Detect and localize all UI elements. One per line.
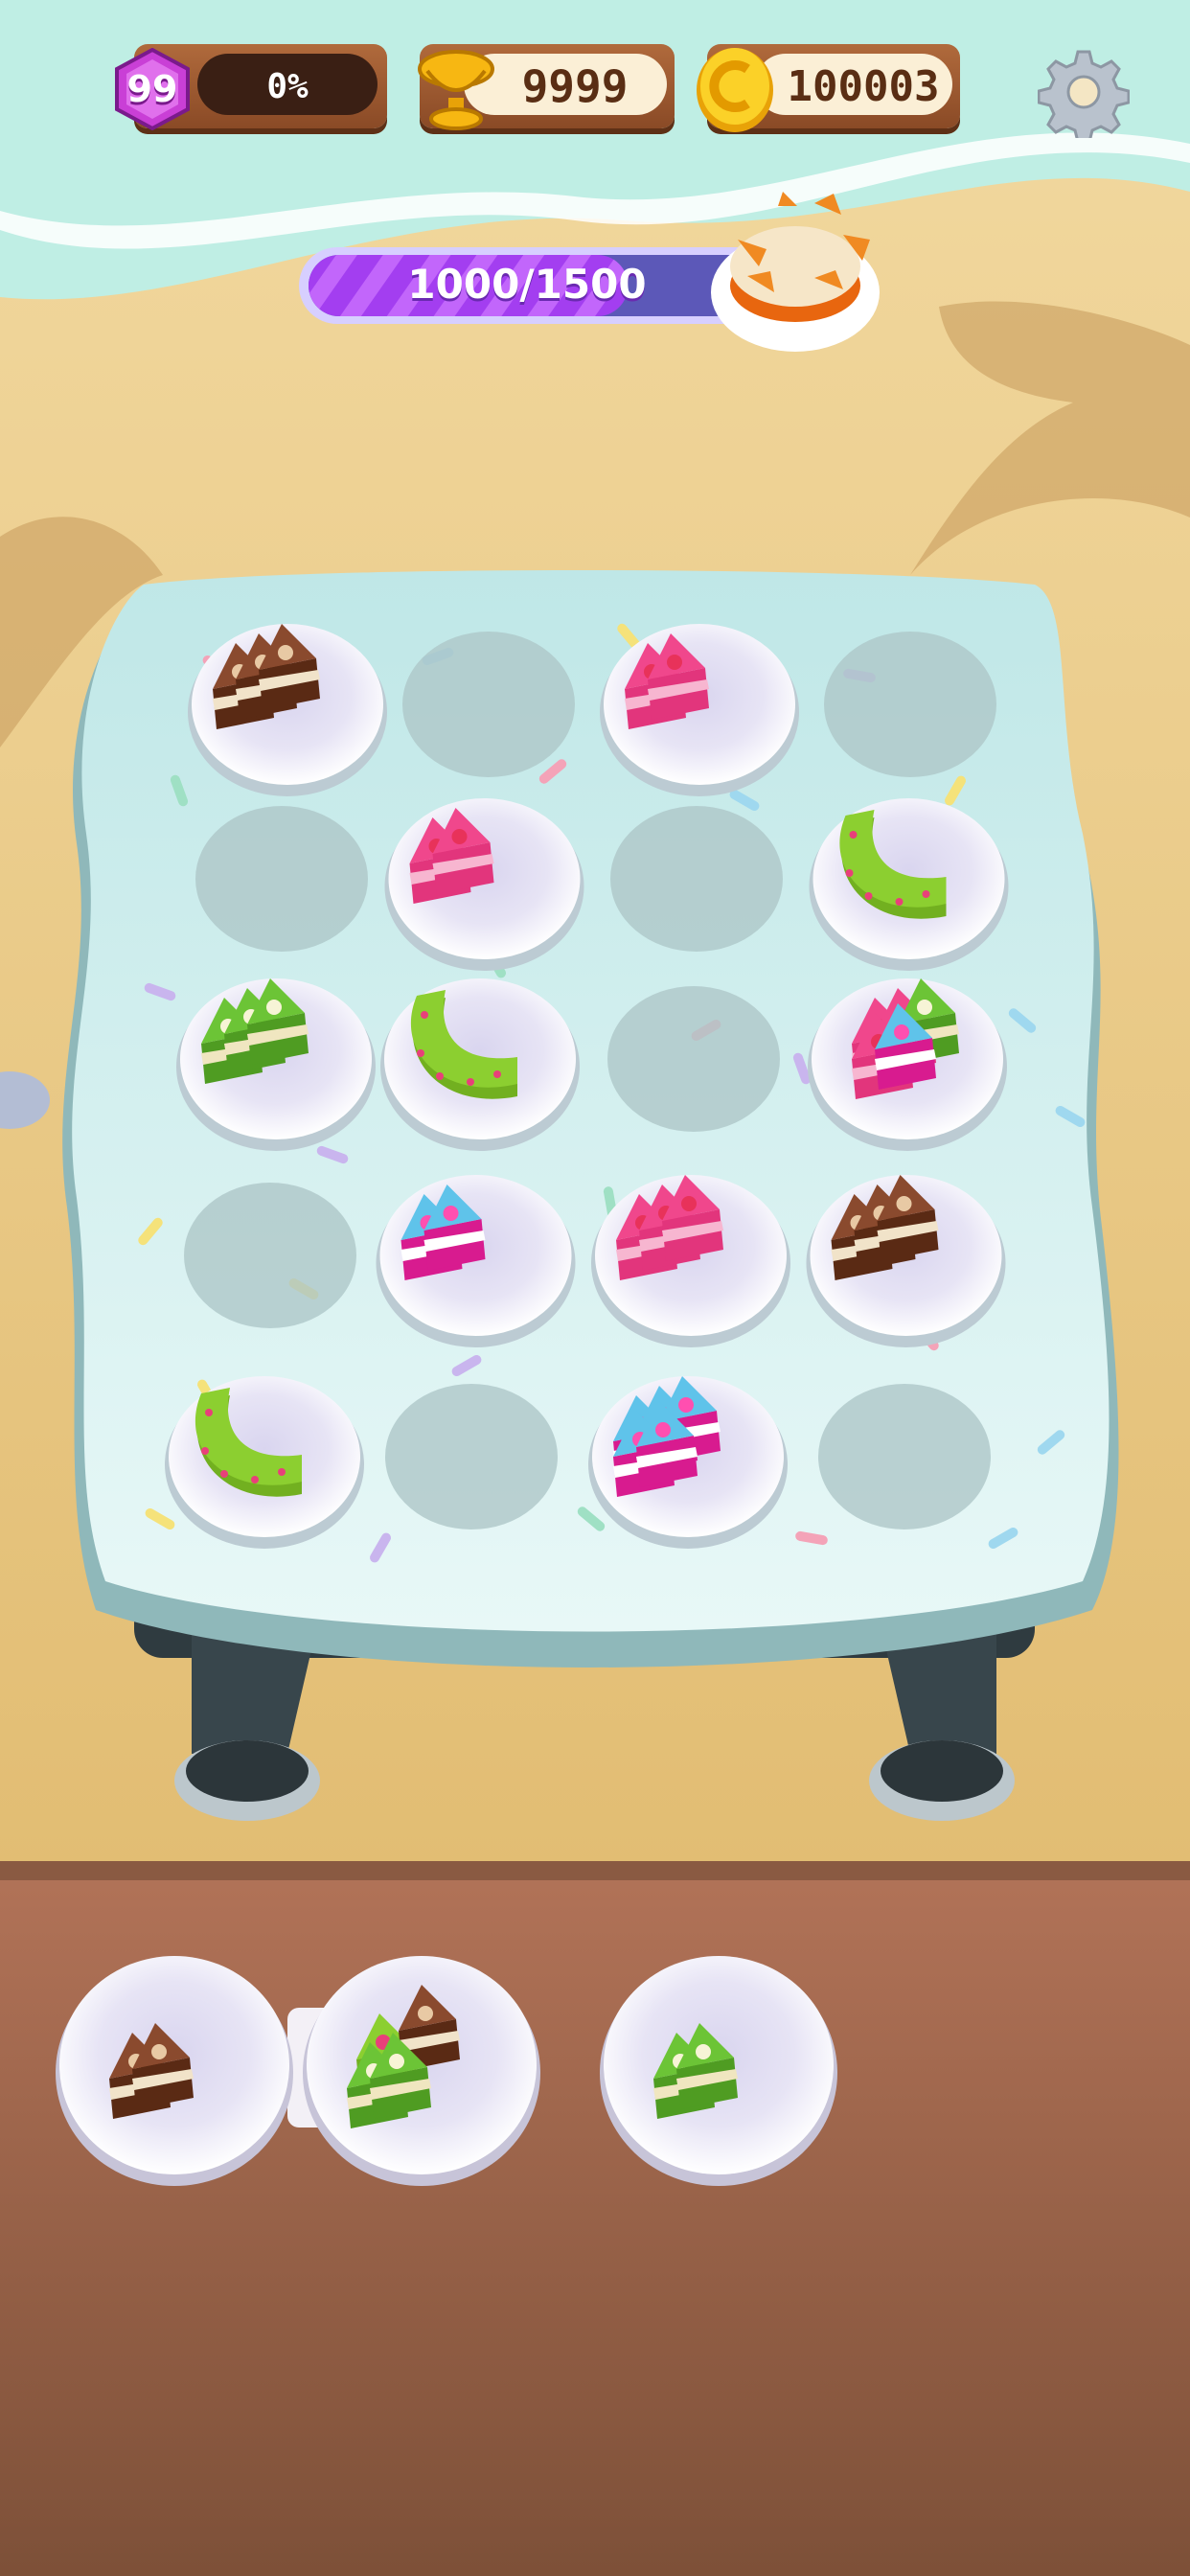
plate[interactable]: [176, 978, 376, 1151]
plate[interactable]: [600, 624, 799, 796]
empty-slot[interactable]: [385, 1384, 558, 1530]
empty-slot-shape: [610, 806, 783, 952]
empty-slot-shape: [195, 806, 368, 952]
plate[interactable]: [380, 978, 580, 1151]
goal-progress-label: 1000/1500: [407, 260, 647, 308]
empty-slot[interactable]: [195, 806, 368, 952]
empty-slot[interactable]: [402, 632, 575, 777]
plate[interactable]: [188, 624, 387, 796]
empty-slot[interactable]: [184, 1183, 356, 1328]
coin-count: 100003: [787, 61, 940, 111]
empty-slot-shape: [402, 632, 575, 777]
empty-slot[interactable]: [818, 1384, 991, 1530]
plate[interactable]: [806, 1175, 1006, 1347]
empty-slot-shape: [385, 1384, 558, 1530]
level-badge-icon: 99: [113, 47, 192, 131]
coin-icon: [692, 42, 778, 134]
level-number: 99: [126, 68, 178, 110]
tray-plate[interactable]: [303, 1956, 540, 2186]
tray-plate[interactable]: [600, 1956, 837, 2186]
empty-slot-shape: [818, 1384, 991, 1530]
game-scene: [0, 0, 1190, 2576]
tray: [56, 1956, 837, 2186]
trophy-icon: [406, 42, 506, 134]
empty-slot[interactable]: [824, 632, 996, 777]
plate[interactable]: [384, 798, 584, 971]
empty-slot[interactable]: [610, 806, 783, 952]
plate[interactable]: [591, 1175, 790, 1347]
level-progress-label: 0%: [266, 66, 309, 106]
plate[interactable]: [588, 1376, 788, 1549]
plate[interactable]: [808, 978, 1007, 1151]
empty-slot-shape: [824, 632, 996, 777]
plate[interactable]: [809, 798, 1009, 971]
plate[interactable]: [376, 1175, 576, 1347]
empty-slot-shape: [184, 1183, 356, 1328]
empty-slot[interactable]: [607, 986, 780, 1132]
settings-gear-icon[interactable]: [1037, 46, 1131, 144]
trophy-count: 9999: [521, 60, 629, 112]
empty-slot-shape: [607, 986, 780, 1132]
plate[interactable]: [165, 1376, 364, 1549]
tray-plate[interactable]: [56, 1956, 293, 2186]
